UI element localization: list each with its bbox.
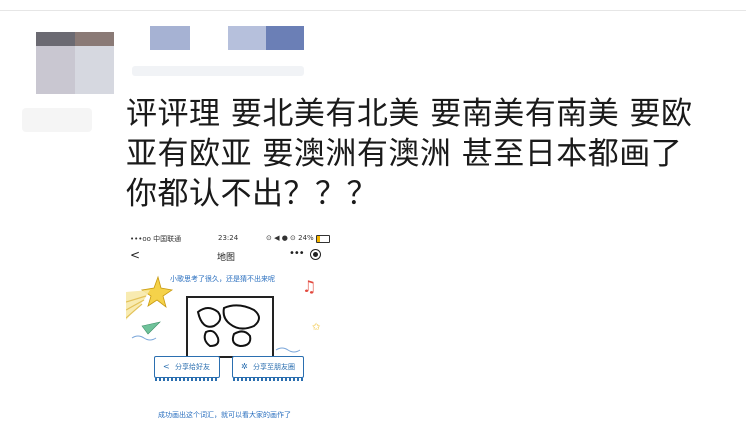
post-text: 评评理 要北美有北美 要南美有南美 要欧 亚有欧亚 要澳洲有澳洲 甚至日本都画了… [126,94,726,214]
avatar[interactable] [36,32,114,94]
avatar-blur-block [36,32,75,46]
carrier-text: •••oo 中国联通 [130,235,182,243]
drawing-sketch [196,304,260,348]
timestamp-blurred [132,66,304,76]
button-shadow [155,378,219,381]
share-friend-button[interactable]: < 分享给好友 [154,356,220,381]
wavy-line [131,335,157,341]
share-icon: < [163,362,170,371]
share-moments-button[interactable]: ✲ 分享至朋友圈 [232,356,304,381]
hint-text: 小歌思考了很久，还是猜不出来呢 [170,275,275,283]
paper-plane-icon [141,321,161,335]
post-line: 你都认不出？？？ [126,176,378,212]
status-bar: •••oo 中国联通 23:24 ⊙ ◀ ● ⊙ 24% [126,232,339,246]
left-blur [22,108,92,132]
top-divider [0,10,746,11]
status-indicators: ⊙ ◀ ● ⊙ 24% [266,234,314,242]
avatar-blur-block [36,46,75,94]
music-note-icon: ♫ [302,277,317,296]
phone-screenshot-image[interactable]: •••oo 中国联通 23:24 ⊙ ◀ ● ⊙ 24% < 地图 ••• 小歌… [126,230,339,428]
wavy-line [275,347,301,353]
button-shadow [233,378,303,381]
share-friend-label: 分享给好友 [175,363,210,371]
drawing-canvas [186,296,274,358]
nav-title: 地图 [217,253,236,263]
name-blur-block [150,26,190,50]
target-icon[interactable] [310,249,321,260]
share-moments-label: 分享至朋友圈 [253,363,295,371]
camera-shutter-icon: ✲ [241,362,248,371]
shooting-star-icon [126,275,174,320]
name-blur-block [266,26,304,50]
battery-icon [316,235,330,243]
status-time: 23:24 [218,234,239,242]
post-line: 亚有欧亚 要澳洲有澳洲 甚至日本都画了 [126,136,683,172]
post-line: 评评理 要北美有北美 要南美有南美 要欧 [126,96,693,132]
name-blur-block [228,26,266,50]
success-text: 成功画出这个词汇，就可以看大家的画作了 [158,411,291,419]
star-icon: ✩ [312,322,321,333]
avatar-blur-block [75,46,114,94]
avatar-blur-block [75,32,114,46]
back-icon[interactable]: < [130,248,140,262]
nav-bar: < 地图 ••• [126,246,339,266]
more-icon[interactable]: ••• [289,248,305,259]
